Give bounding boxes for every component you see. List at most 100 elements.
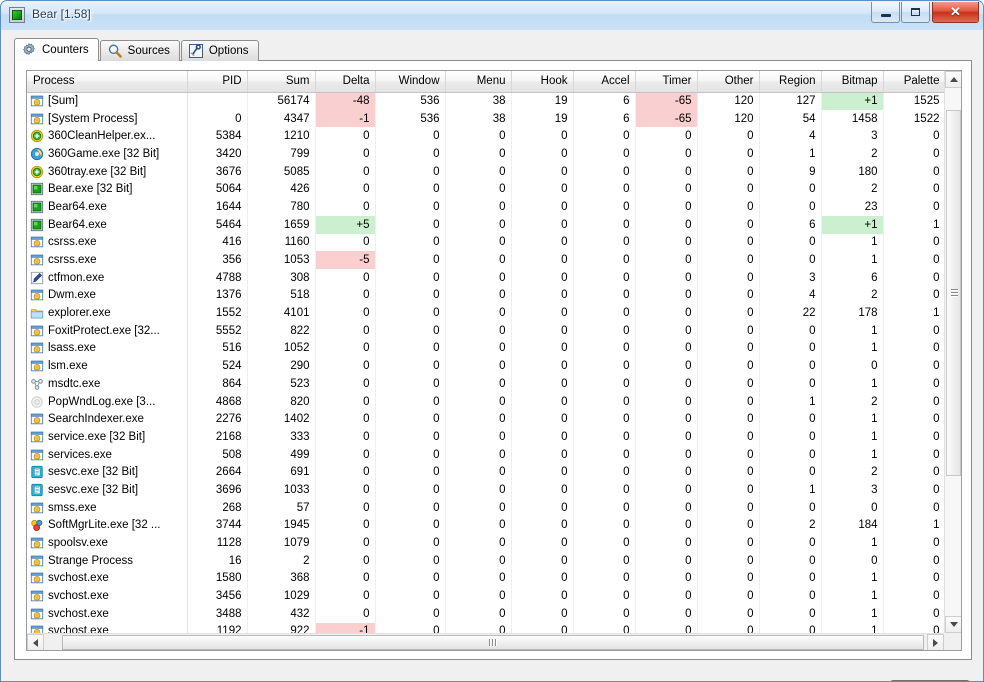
cell-palette: 1: [883, 517, 944, 535]
column-header-accel[interactable]: Accel: [573, 71, 635, 92]
process-name: explorer.exe: [48, 307, 111, 319]
table-row[interactable]: smss.exe2685700000000000: [27, 499, 944, 517]
table-row[interactable]: [System Process]04347-153638196-65120541…: [27, 110, 944, 128]
table-row[interactable]: services.exe50849900000000100: [27, 446, 944, 464]
cell-bitmap: 1: [821, 446, 883, 464]
table-row[interactable]: lsass.exe516105200000000100: [27, 340, 944, 358]
cell-palette: 0: [883, 463, 944, 481]
table-row[interactable]: service.exe [32 Bit]216833300000000100: [27, 428, 944, 446]
table-row[interactable]: csrss.exe416116000000000100: [27, 234, 944, 252]
cell-menu: 0: [445, 216, 511, 234]
table-row[interactable]: spoolsv.exe1128107900000000100: [27, 534, 944, 552]
table-row[interactable]: [Sum]56174-4853638196-65120127+115251: [27, 92, 944, 110]
cell-pid: 524: [187, 357, 247, 375]
column-header-palette[interactable]: Palette: [883, 71, 944, 92]
cell-other: 0: [697, 499, 759, 517]
column-header-process[interactable]: Process: [27, 71, 187, 92]
cell-region: 2: [759, 517, 821, 535]
column-header-window[interactable]: Window: [375, 71, 445, 92]
table-row[interactable]: Bear.exe [32 Bit]506442600000000200: [27, 180, 944, 198]
table-row[interactable]: sesvc.exe [32 Bit]266469100000000200: [27, 463, 944, 481]
process-name: Dwm.exe: [48, 289, 96, 301]
cell-timer: 0: [635, 517, 697, 535]
cell-pid: 5464: [187, 216, 247, 234]
scroll-up-button[interactable]: [945, 71, 962, 88]
table-row[interactable]: ctfmon.exe478830800000003600: [27, 269, 944, 287]
column-header-timer[interactable]: Timer: [635, 71, 697, 92]
cell-menu: 0: [445, 481, 511, 499]
cell-timer: 0: [635, 340, 697, 358]
cell-palette: 0: [883, 145, 944, 163]
tab-sources[interactable]: Sources: [100, 40, 180, 61]
table-row[interactable]: svchost.exe348843200000000100: [27, 605, 944, 623]
vertical-scrollbar[interactable]: [944, 71, 961, 633]
cell-accel: 0: [573, 587, 635, 605]
table-row[interactable]: Bear64.exe54641659+50000006+110: [27, 216, 944, 234]
table-row[interactable]: lsm.exe52429000000000000: [27, 357, 944, 375]
table-row[interactable]: SearchIndexer.exe2276140200000000100: [27, 410, 944, 428]
table-row[interactable]: 360CleanHelper.ex...5384121000000004300: [27, 127, 944, 145]
cell-other: 0: [697, 393, 759, 411]
cell-palette: 0: [883, 446, 944, 464]
table-row[interactable]: svchost.exe3456102900000000100: [27, 587, 944, 605]
scroll-right-button[interactable]: [927, 634, 944, 651]
cell-delta: -1: [315, 623, 375, 633]
column-header-region[interactable]: Region: [759, 71, 821, 92]
table-row[interactable]: 360tray.exe [32 Bit]36765085000000091800…: [27, 163, 944, 181]
cell-accel: 0: [573, 534, 635, 552]
cell-hook: 0: [511, 269, 573, 287]
table-row[interactable]: msdtc.exe86452300000000100: [27, 375, 944, 393]
tab-counters[interactable]: Counters: [14, 38, 99, 61]
cell-other: 0: [697, 446, 759, 464]
process-name: [Sum]: [48, 95, 78, 107]
horizontal-scrollbar-thumb[interactable]: [62, 635, 924, 650]
cell-process: csrss.exe: [27, 251, 187, 269]
table-row[interactable]: 360Game.exe [32 Bit]342079900000001200: [27, 145, 944, 163]
minimize-button[interactable]: [871, 2, 900, 23]
column-header-other[interactable]: Other: [697, 71, 759, 92]
maximize-button[interactable]: [901, 2, 930, 23]
cell-other: 0: [697, 481, 759, 499]
column-header-delta[interactable]: Delta: [315, 71, 375, 92]
cell-accel: 0: [573, 198, 635, 216]
table-row[interactable]: svchost.exe1192922-10000000100: [27, 623, 944, 633]
table-row[interactable]: csrss.exe3561053-50000000100: [27, 251, 944, 269]
close-button[interactable]: ✕: [932, 2, 979, 23]
table-row[interactable]: FoxitProtect.exe [32...55528220000000010…: [27, 322, 944, 340]
cell-process: 360Game.exe [32 Bit]: [27, 145, 187, 163]
cell-other: 0: [697, 517, 759, 535]
table-row[interactable]: Bear64.exe1644780000000002300: [27, 198, 944, 216]
column-header-sum[interactable]: Sum: [247, 71, 315, 92]
table-row[interactable]: svchost.exe158036800000000100: [27, 570, 944, 588]
table-row[interactable]: Strange Process16200000000000: [27, 552, 944, 570]
horizontal-scrollbar[interactable]: [27, 633, 944, 650]
cell-window: 0: [375, 287, 445, 305]
tab-options[interactable]: Options: [181, 40, 259, 61]
scroll-down-button[interactable]: [945, 616, 962, 633]
cell-palette: 1: [883, 216, 944, 234]
column-header-pid[interactable]: PID: [187, 71, 247, 92]
column-header-hook[interactable]: Hook: [511, 71, 573, 92]
vertical-scrollbar-thumb[interactable]: [946, 110, 961, 475]
cell-region: 54: [759, 110, 821, 128]
table-row[interactable]: PopWndLog.exe [3...486882000000001200: [27, 393, 944, 411]
cell-other: 0: [697, 587, 759, 605]
generic-exe-icon: [30, 253, 44, 267]
cell-timer: 0: [635, 127, 697, 145]
table-row[interactable]: sesvc.exe [32 Bit]3696103300000001300: [27, 481, 944, 499]
column-header-menu[interactable]: Menu: [445, 71, 511, 92]
bear-app-icon: [9, 7, 25, 23]
cell-sum: 1659: [247, 216, 315, 234]
cell-timer: 0: [635, 446, 697, 464]
cell-delta: 0: [315, 499, 375, 517]
cell-delta: 0: [315, 269, 375, 287]
cell-region: 1: [759, 393, 821, 411]
cell-region: 0: [759, 534, 821, 552]
scroll-left-button[interactable]: [27, 634, 44, 651]
table-row[interactable]: Dwm.exe137651800000004200: [27, 287, 944, 305]
cell-palette: 0: [883, 198, 944, 216]
column-header-bitmap[interactable]: Bitmap: [821, 71, 883, 92]
cell-window: 0: [375, 623, 445, 633]
table-row[interactable]: SoftMgrLite.exe [32 ...37441945000000021…: [27, 517, 944, 535]
table-row[interactable]: explorer.exe1552410100000002217810: [27, 304, 944, 322]
